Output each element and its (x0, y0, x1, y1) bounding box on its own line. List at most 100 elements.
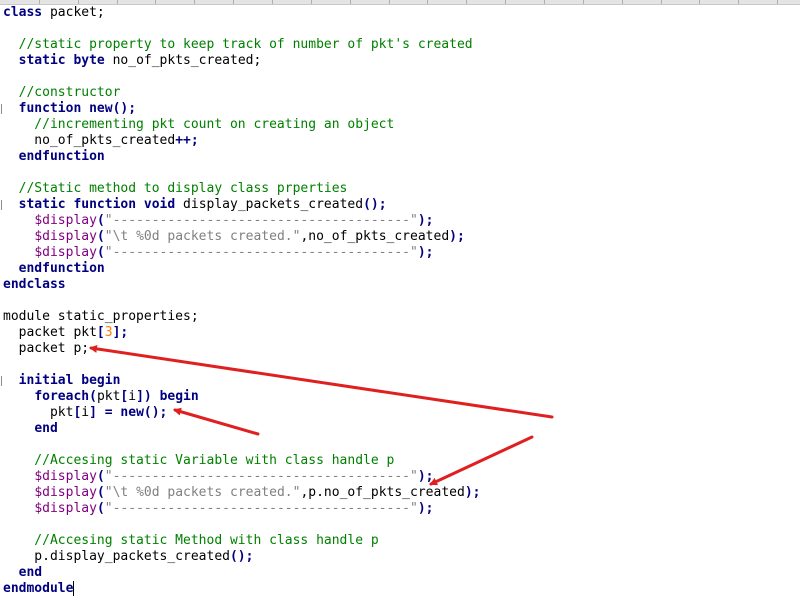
ruler-tick (699, 0, 700, 4)
code-token: "\t %0d packets created." (104, 229, 301, 244)
code-token: $display (34, 213, 97, 228)
code-editor[interactable]: class packet; //static property to keep … (0, 0, 800, 600)
code-line[interactable]: foreach(pkt[i]) begin (3, 389, 199, 405)
code-token: $display (34, 501, 97, 516)
code-line[interactable]: function new(); (3, 101, 136, 117)
code-token: p.display_packets_created (3, 549, 230, 564)
ruler-tick (78, 0, 79, 4)
code-line[interactable]: $display("------------------------------… (3, 501, 433, 517)
code-line[interactable]: //Accesing static Method with class hand… (3, 533, 379, 549)
code-token: pkt (96, 389, 121, 404)
code-line[interactable]: module static_properties; (3, 309, 199, 325)
code-token: ); (449, 229, 465, 244)
code-line[interactable]: $display("------------------------------… (3, 469, 433, 485)
code-token: //incrementing pkt count on creating an … (3, 117, 395, 132)
ruler-tick (777, 0, 778, 4)
code-token: "--------------------------------------" (104, 245, 418, 260)
code-line[interactable]: //Static method to display class prperti… (3, 181, 348, 197)
code-line[interactable]: static function void display_packets_cre… (3, 197, 387, 213)
ruler-tick (505, 0, 506, 4)
code-line[interactable]: //incrementing pkt count on creating an … (3, 117, 394, 133)
code-token: void (143, 197, 176, 212)
code-token: ( (96, 213, 105, 228)
code-line[interactable]: class packet; (3, 5, 105, 21)
code-token: //Accesing static Variable with class ha… (3, 453, 395, 468)
code-token: (); (363, 197, 387, 212)
code-token: "--------------------------------------" (104, 213, 418, 228)
code-token: end (18, 565, 43, 580)
code-line[interactable]: endclass (3, 277, 66, 293)
code-line[interactable]: endfunction (3, 149, 105, 165)
code-line[interactable]: packet pkt[3]; (3, 325, 129, 341)
column-ruler (0, 0, 800, 5)
code-line[interactable]: endfunction (3, 261, 105, 277)
code-token: end (34, 421, 58, 436)
code-token: //Accesing static Method with class hand… (3, 533, 379, 548)
code-token: function (73, 197, 137, 212)
code-token: packet p; (3, 341, 90, 356)
code-line[interactable]: //Accesing static Variable with class ha… (3, 453, 394, 469)
code-line[interactable]: initial begin (3, 373, 121, 389)
code-line[interactable]: endmodule (3, 581, 73, 597)
code-token: ); (464, 485, 481, 500)
code-token: $display (34, 485, 97, 500)
code-token: = (104, 405, 113, 420)
code-token: $display (34, 469, 97, 484)
code-line[interactable]: p.display_packets_created(); (3, 549, 253, 565)
ruler-tick (117, 0, 118, 4)
code-token: endmodule (3, 581, 74, 596)
code-line[interactable]: //static property to keep track of numbe… (3, 37, 473, 53)
ruler-tick (272, 0, 273, 4)
ruler-tick (155, 0, 156, 4)
ruler-tick (389, 0, 390, 4)
fold-marker[interactable] (1, 200, 2, 210)
annotation-arrow-new (173, 407, 260, 436)
code-line[interactable]: //constructor (3, 85, 121, 101)
code-token: function (18, 101, 82, 116)
code-token: 3 (104, 325, 113, 340)
code-line[interactable]: $display("------------------------------… (3, 245, 433, 261)
code-token: "--------------------------------------" (104, 469, 418, 484)
code-line[interactable]: $display("\t %0d packets created.",p.no_… (3, 485, 480, 501)
code-line[interactable]: packet p; (3, 341, 89, 357)
ruler-tick (427, 0, 428, 4)
code-token: //Static method to display class prperti… (3, 181, 348, 196)
code-token: ,no_of_pkts_created (300, 229, 450, 244)
code-line[interactable]: no_of_pkts_created++; (3, 133, 199, 149)
code-token: //static property to keep track of numbe… (3, 37, 473, 52)
fold-marker[interactable] (1, 376, 2, 386)
code-line[interactable]: static byte no_of_pkts_created; (3, 53, 262, 69)
code-token: static (18, 197, 66, 212)
code-token: endfunction (18, 261, 105, 276)
code-line[interactable]: $display("------------------------------… (3, 213, 433, 229)
code-token: display_packets_created (175, 197, 364, 212)
code-token: ( (96, 229, 105, 244)
code-token: begin (159, 389, 199, 404)
fold-marker[interactable] (1, 104, 2, 114)
code-token: ( (96, 485, 105, 500)
code-token: begin (81, 373, 121, 388)
code-token: ]) (136, 389, 152, 404)
ruler-tick (583, 0, 584, 4)
code-token: ( (96, 245, 105, 260)
code-token: foreach (34, 389, 90, 404)
code-token: class (3, 5, 43, 20)
code-token: static (18, 53, 66, 68)
code-line[interactable]: end (3, 421, 58, 437)
ruler-tick (544, 0, 545, 4)
code-line[interactable]: end (3, 565, 42, 581)
ruler-tick (311, 0, 312, 4)
code-line[interactable]: $display("\t %0d packets created.",no_of… (3, 229, 465, 245)
code-line[interactable]: pkt[i] = new(); (3, 405, 167, 421)
code-token: ]; (112, 325, 129, 340)
code-token: ++; (175, 133, 199, 148)
